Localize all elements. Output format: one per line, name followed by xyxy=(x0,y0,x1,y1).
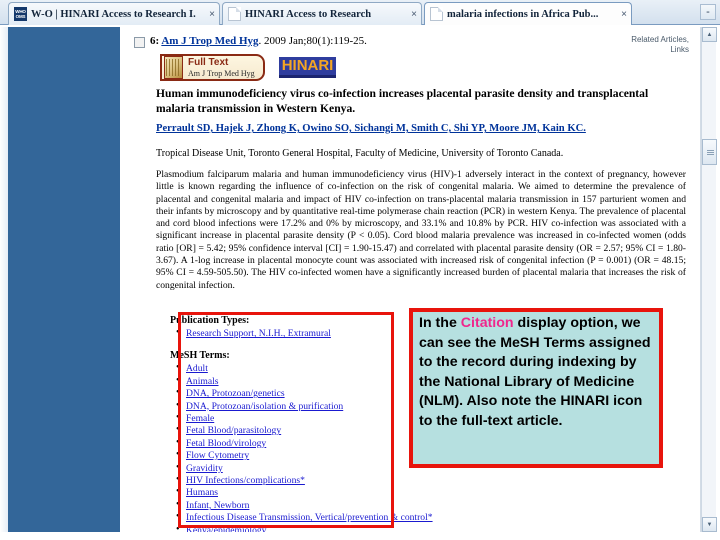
page-icon xyxy=(430,7,443,21)
browser-tab-3-close-icon[interactable]: × xyxy=(621,9,627,20)
list-item[interactable]: Animals xyxy=(176,375,410,388)
list-item[interactable]: Female xyxy=(176,412,410,425)
list-item[interactable]: Research Support, N.I.H., Extramural xyxy=(176,327,410,340)
hinari-icon[interactable]: HINARI xyxy=(278,57,337,78)
list-item[interactable]: Fetal Blood/virology xyxy=(176,437,410,450)
mesh-terms-heading: MeSH Terms: xyxy=(170,350,230,362)
publication-types-list: Research Support, N.I.H., Extramural xyxy=(170,327,410,340)
full-text-button-labels: Full Text Am J Trop Med Hyg xyxy=(188,56,255,78)
mesh-terms-list: Adult Animals DNA, Protozoan/genetics DN… xyxy=(170,362,433,532)
list-item[interactable]: Adult xyxy=(176,362,410,375)
browser-tab-2[interactable]: HINARI Access to Research × xyxy=(222,2,422,25)
browser-tab-2-close-icon[interactable]: × xyxy=(411,9,417,20)
mesh-term-link: Female xyxy=(186,413,215,425)
hinari-logo-text: HINARI xyxy=(281,57,334,74)
list-item[interactable]: Flow Cytometry xyxy=(176,449,410,462)
citation-journal-link[interactable]: Am J Trop Med Hyg xyxy=(161,35,258,47)
list-item[interactable]: DNA, Protozoan/isolation & purification xyxy=(176,400,410,413)
list-item[interactable]: Kenya/epidemiology xyxy=(176,524,410,532)
annotation-line1-pre: In the xyxy=(419,315,461,331)
article-title: Human immunodeficiency virus co-infectio… xyxy=(156,87,649,115)
browser-tab-2-title: HINARI Access to Research xyxy=(245,8,372,20)
mesh-term-link: Fetal Blood/parasitology xyxy=(186,425,282,437)
scroll-up-arrow-icon[interactable]: ▲ xyxy=(702,27,717,42)
mesh-term-link: Kenya/epidemiology xyxy=(186,524,267,532)
who-logo-icon: WHO OMS xyxy=(14,7,27,21)
mesh-term-link: Infectious Disease Transmission, Vertica… xyxy=(186,512,433,524)
browser-tab-strip: WHO OMS W-O | HINARI Access to Research I… xyxy=(0,0,720,25)
citation-checkbox[interactable] xyxy=(134,37,145,48)
mesh-term-link: HIV Infections/complications* xyxy=(186,475,305,487)
browser-tab-3-title: malaria infections in Africa Pub... xyxy=(447,8,599,20)
citation-header: 6: Am J Trop Med Hyg. 2009 Jan;80(1):119… xyxy=(134,35,689,54)
full-text-title: Full Text xyxy=(188,56,229,68)
mesh-term-link: DNA, Protozoan/isolation & purification xyxy=(186,400,344,412)
page-icon xyxy=(228,7,241,21)
mesh-term-link: DNA, Protozoan/genetics xyxy=(186,388,285,400)
annotation-body: we can see the MeSH Terms assigned to th… xyxy=(419,315,651,429)
vertical-scrollbar[interactable]: ▲ ▼ xyxy=(701,27,717,532)
citation-source-line: 6: Am J Trop Med Hyg. 2009 Jan;80(1):119… xyxy=(150,35,689,47)
list-item[interactable]: Humans xyxy=(176,486,410,499)
annotation-line1-post: display option, xyxy=(513,315,618,331)
list-item[interactable]: HIV Infections/complications* xyxy=(176,474,410,487)
linkout-row: Full Text Am J Trop Med Hyg HINARI xyxy=(160,54,337,81)
window-left-edge xyxy=(0,27,8,532)
browser-tab-3[interactable]: malaria infections in Africa Pub... × xyxy=(424,2,632,25)
list-item[interactable]: Infectious Disease Transmission, Vertica… xyxy=(176,511,433,524)
window-bottom-edge xyxy=(0,532,720,540)
list-item[interactable]: Infant, Newborn xyxy=(176,499,410,512)
list-item[interactable]: Fetal Blood/parasitology xyxy=(176,424,410,437)
publication-types-heading: Publication Types: xyxy=(170,315,250,326)
mesh-term-link: Gravidity xyxy=(186,462,223,474)
article-authors-text: Perrault SD, Hajek J, Zhong K, Owino SO,… xyxy=(156,123,586,134)
annotation-highlight-word: Citation xyxy=(460,315,514,331)
mesh-block: Publication Types: Research Support, N.I… xyxy=(170,315,433,532)
article-authors[interactable]: Perrault SD, Hajek J, Zhong K, Owino SO,… xyxy=(156,122,684,135)
mesh-term-link: Humans xyxy=(186,487,218,499)
browser-window: WHO OMS W-O | HINARI Access to Research I… xyxy=(0,0,720,540)
tabstrip-list-button[interactable]: - xyxy=(700,4,716,20)
article-abstract: Plasmodium falciparum malaria and human … xyxy=(156,169,686,291)
mesh-term-link: Fetal Blood/virology xyxy=(186,437,267,449)
annotation-callout: In the Citation display option, we can s… xyxy=(409,308,663,468)
article-affiliation: Tropical Disease Unit, Toronto General H… xyxy=(156,148,564,159)
mesh-term-link: Flow Cytometry xyxy=(186,450,250,462)
browser-tab-1-title: W-O | HINARI Access to Research I. xyxy=(31,8,196,20)
mesh-term-link: Adult xyxy=(186,363,208,375)
citation-issue: . 2009 Jan;80(1):119-25. xyxy=(258,35,367,47)
full-text-subtitle: Am J Trop Med Hyg xyxy=(188,68,255,78)
related-articles-links[interactable]: Related Articles, Links xyxy=(611,35,689,55)
list-item[interactable]: Gravidity xyxy=(176,462,410,475)
mesh-term-link: Infant, Newborn xyxy=(186,499,250,511)
browser-tab-1[interactable]: WHO OMS W-O | HINARI Access to Research I… xyxy=(8,2,220,25)
scrollbar-thumb[interactable] xyxy=(702,139,717,165)
scroll-down-arrow-icon[interactable]: ▼ xyxy=(702,517,717,532)
publication-type-link: Research Support, N.I.H., Extramural xyxy=(186,328,331,339)
journal-book-icon xyxy=(164,56,183,79)
browser-tab-1-close-icon[interactable]: × xyxy=(209,9,215,20)
citation-number: 6: xyxy=(150,35,160,47)
mesh-term-link: Animals xyxy=(186,375,219,387)
full-text-button[interactable]: Full Text Am J Trop Med Hyg xyxy=(160,54,265,81)
list-item[interactable]: DNA, Protozoan/genetics xyxy=(176,387,410,400)
